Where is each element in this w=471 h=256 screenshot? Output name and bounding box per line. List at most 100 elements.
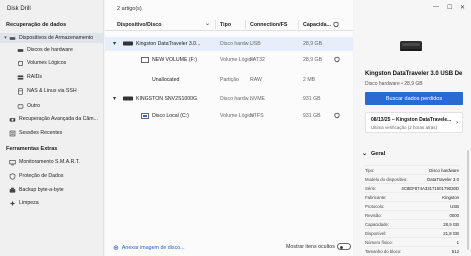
sidebar-item-label: NAS & Linux via SSH: [27, 88, 77, 94]
sidebar-item-label: Discos de hardware: [27, 47, 73, 53]
nas-icon: [17, 87, 24, 95]
recent-scan-subtitle: Última verificação (2 horas atrás): [371, 125, 438, 130]
app-title: Disk Drill: [7, 6, 31, 12]
device-name: Kingston DataTraveler 3.0...: [136, 41, 201, 47]
sidebar-item-label: Limpeza: [19, 200, 39, 206]
column-header-capacity[interactable]: Capacida...: [303, 22, 331, 28]
raid-icon: [17, 74, 24, 81]
plus-icon: ⊕: [113, 245, 119, 252]
storage-devices-icon: [9, 35, 16, 42]
general-section-label: Geral: [371, 150, 386, 157]
column-header-connection[interactable]: Connection/FS: [250, 22, 287, 28]
sidebar-item-label: Sessões Recentes: [19, 130, 63, 136]
column-divider[interactable]: [245, 20, 246, 29]
sidebar-item-logical-volumes[interactable]: Volumes Lógicos: [0, 58, 103, 68]
close-icon[interactable]: ✕: [460, 4, 465, 11]
property-row: Tamanho do bloco: 512: [365, 246, 459, 254]
usb-drive-icon: [123, 41, 133, 46]
property-value: 0000: [449, 213, 459, 218]
chevron-down-icon[interactable]: ▾: [3, 35, 8, 41]
property-value: DataTraveler 3.0: [427, 177, 459, 182]
sidebar: Disk Drill Recuperação de dados ▾ Dispos…: [0, 0, 104, 256]
column-header-type[interactable]: Tipo: [220, 22, 231, 28]
sidebar-item-hard-disks[interactable]: Discos de hardware: [0, 45, 103, 55]
protection-shield-icon: [333, 21, 339, 30]
property-row: Tipo: Disco hardware: [365, 165, 459, 173]
sidebar-item-recent-sessions[interactable]: Sessões Recentes: [0, 128, 103, 138]
chevron-down-icon[interactable]: ▾: [113, 40, 116, 47]
property-row: Revisão: 0000: [365, 210, 459, 218]
device-name: KINGSTON SNV2S1000G: [136, 96, 198, 102]
device-capacity: 931 GB: [303, 113, 321, 119]
device-type: Partição: [220, 77, 240, 83]
section-extra-tools: Ferramentas Extras: [6, 146, 58, 152]
maximize-icon[interactable]: ☐: [447, 4, 452, 11]
minimize-icon[interactable]: —: [433, 4, 439, 10]
chevron-down-icon: ⌄: [362, 151, 368, 157]
sidebar-item-data-protection[interactable]: Proteção de Dados: [0, 171, 103, 181]
device-name: NEW VOLUME (F:): [152, 57, 197, 63]
table-row[interactable]: Unallocated Partição RAW 2 MB: [105, 73, 353, 87]
column-divider[interactable]: [298, 20, 299, 29]
attach-disk-image-label: Anexar imagem de disco...: [121, 245, 185, 251]
search-lost-data-button[interactable]: Buscar dados perdidos: [365, 92, 463, 105]
section-data-recovery: Recuperação de dados: [6, 22, 67, 28]
sidebar-item-other[interactable]: Outro: [0, 101, 103, 111]
device-capacity: 931 GB: [303, 96, 321, 102]
property-value: 1: [456, 240, 459, 245]
column-header-device[interactable]: Dispositivo/Disco: [117, 22, 161, 28]
column-divider[interactable]: [215, 20, 216, 29]
recent-scan-card[interactable]: 08/13/25 – Kingston DataTravele... Últim…: [365, 112, 463, 133]
volume-icon: [141, 57, 149, 63]
protection-shield-icon[interactable]: [334, 112, 340, 121]
device-connection: USB: [250, 41, 261, 47]
property-value: 4C8EF874A3317150179030D: [401, 186, 459, 191]
property-value: USB: [450, 204, 459, 209]
device-connection: RAW: [250, 77, 262, 83]
sidebar-item-raids[interactable]: RAIDs: [0, 72, 103, 82]
device-connection: FAT32: [250, 57, 265, 63]
device-capacity: 2 MB: [303, 77, 316, 83]
chevron-down-icon[interactable]: ▾: [113, 95, 116, 102]
table-row[interactable]: ▾ KINGSTON SNV2S1000G Disco hardw... NVM…: [105, 92, 353, 106]
device-capacity: 28,9 GB: [303, 41, 323, 47]
sidebar-item-cleanup[interactable]: Limpeza: [0, 198, 103, 208]
windows-volume-icon: [141, 113, 149, 119]
details-scrollbar[interactable]: [467, 150, 469, 250]
nvme-drive-icon: [123, 96, 133, 101]
sidebar-item-label: RAIDs: [27, 74, 42, 80]
table-row[interactable]: NEW VOLUME (F:) Volume Lógico FAT32 28,9…: [105, 53, 353, 67]
attach-disk-image-link[interactable]: ⊕ Anexar imagem de disco...: [113, 244, 185, 252]
sort-chevron-icon[interactable]: ⌄: [205, 20, 210, 27]
show-hidden-label: Mostrar itens ocultos: [286, 244, 335, 250]
sidebar-item-label: Dispositivos de Armazenamento: [19, 35, 94, 41]
property-value: 512: [451, 249, 459, 254]
item-count: 2 artigo(s): [117, 6, 142, 12]
device-name: Unallocated: [152, 77, 180, 83]
property-value: 28,9 GB: [443, 222, 459, 227]
general-section-toggle[interactable]: ⌄ Geral: [362, 150, 386, 158]
property-key: Modelo do dispositivo:: [365, 177, 408, 182]
details-panel: — ☐ ✕ Kingston DataTraveler 3.0 USB De D…: [354, 0, 471, 256]
sidebar-item-camera-recovery[interactable]: Recuperação Avançada da Câm...: [0, 114, 103, 124]
device-type: Disco hardw...: [220, 96, 253, 102]
recent-sessions-icon: [9, 130, 16, 137]
show-hidden-toggle[interactable]: [337, 243, 351, 250]
device-connection: NTFS: [250, 113, 264, 119]
selected-device-subtitle: Disco hardware • 28,9 GB: [365, 81, 423, 87]
sidebar-item-label: Proteção de Dados: [19, 173, 64, 179]
table-row[interactable]: ▾ Kingston DataTraveler 3.0... Disco har…: [105, 37, 353, 51]
table-header: Dispositivo/Disco ⌄ Tipo Connection/FS C…: [105, 17, 353, 31]
sidebar-item-storage-devices[interactable]: ▾ Dispositivos de Armazenamento: [0, 33, 103, 43]
sidebar-item-smart-monitor[interactable]: Monitoramento S.M.A.R.T.: [0, 157, 103, 167]
table-row[interactable]: Disco Local (C:) Volume Lógico NTFS 931 …: [105, 109, 353, 123]
property-row: Protocolo: USB: [365, 201, 459, 209]
property-row: Modelo do dispositivo: DataTraveler 3.0: [365, 174, 459, 182]
property-key: Série:: [365, 186, 377, 191]
sidebar-item-backup[interactable]: Backup byte-a-byte: [0, 185, 103, 195]
device-type: Volume Lógico: [220, 113, 255, 119]
protection-shield-icon[interactable]: [334, 56, 340, 65]
sidebar-item-nas[interactable]: NAS & Linux via SSH: [0, 86, 103, 96]
device-type: Disco hardw...: [220, 41, 253, 47]
shield-icon: [9, 172, 16, 180]
